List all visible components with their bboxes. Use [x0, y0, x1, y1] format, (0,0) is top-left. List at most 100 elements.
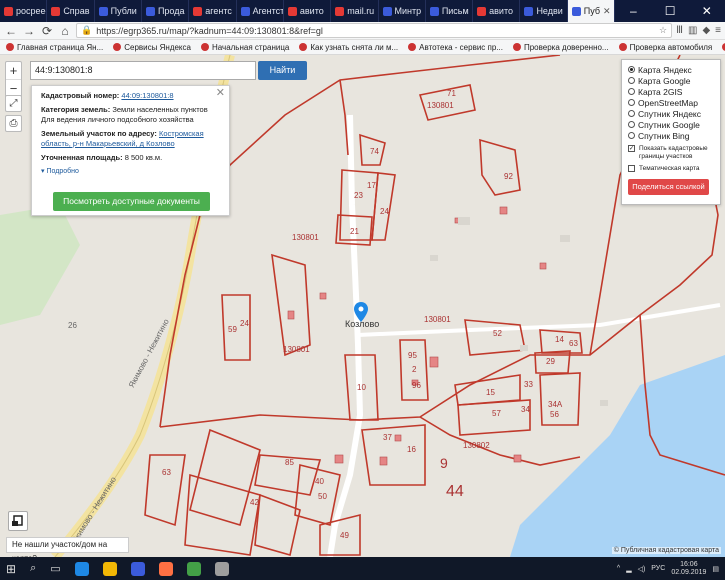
firefox-icon[interactable] [158, 561, 173, 576]
browser-tab[interactable]: Публи [95, 0, 142, 22]
tab-favicon-icon [193, 6, 203, 16]
forest-area [0, 205, 80, 325]
village-road [327, 114, 364, 557]
tab-favicon-icon [240, 6, 250, 16]
search-button[interactable]: Найти [258, 61, 307, 80]
expand-icon[interactable]: ⤢ [5, 95, 22, 112]
home-icon[interactable]: ⌂ [58, 22, 72, 40]
lock-icon: 🔒 [81, 25, 93, 35]
volume-icon[interactable]: ◁) [638, 565, 646, 573]
bookmark-star-icon[interactable]: ☆ [659, 25, 667, 36]
edge-icon[interactable] [74, 561, 89, 576]
cadastral-map[interactable]: 130801 130801 130801 130801 130802 71 74… [0, 55, 725, 557]
browser-tab[interactable]: Пуб ✕ [567, 0, 616, 22]
view-documents-button[interactable]: Посмотреть доступные документы [53, 192, 210, 211]
tab-close-icon[interactable]: ✕ [603, 6, 611, 17]
address-bar[interactable]: 🔒 https://egrp365.ru/map/?kadnum=44:09:1… [76, 23, 673, 38]
fullscreen-button[interactable] [8, 511, 28, 531]
window-controls: – ☐ ✕ [615, 0, 725, 22]
thematic-option[interactable]: Тематическая карта [628, 165, 714, 173]
bookmark-label: Начальная страница [211, 42, 290, 52]
show-cadastral-option[interactable]: ✓ Показать кадастровые границы участков [628, 145, 714, 161]
browser-tab[interactable]: Справ [47, 0, 95, 22]
layer-option[interactable]: Спутник Яндекс [628, 108, 714, 119]
layer-option[interactable]: Карта Google [628, 75, 714, 86]
browser-tab[interactable]: Агентство [237, 0, 284, 22]
photos-icon[interactable] [214, 561, 229, 576]
network-icon[interactable]: ▂ [626, 565, 631, 573]
cadastral-search-input[interactable]: 44:9:130801:8 [30, 61, 256, 80]
layer-option[interactable]: Спутник Google [628, 119, 714, 130]
close-icon[interactable]: ✕ [216, 88, 225, 99]
layer-option[interactable]: Карта 2GIS [628, 86, 714, 97]
maximize-icon[interactable]: ☐ [652, 0, 689, 22]
cad-number-link[interactable]: 44:09:130801:8 [121, 91, 173, 100]
not-found-button[interactable]: Не нашли участок/дом на карте? [6, 537, 129, 557]
browser-tab[interactable]: Недви [520, 0, 568, 22]
reload-icon[interactable]: ⟳ [40, 22, 54, 40]
parcel-label: 14 [555, 335, 564, 344]
sidebar-icon[interactable]: ▥ [688, 25, 697, 36]
menu-icon[interactable]: ≡ [715, 25, 721, 36]
parcel-label: 10 [357, 383, 366, 392]
chrome-icon[interactable] [186, 561, 201, 576]
parcel-label: 71 [447, 89, 456, 98]
layer-radio[interactable] [628, 66, 635, 73]
layer-radio[interactable] [628, 110, 635, 117]
parcel-label: 29 [546, 357, 555, 366]
zoom-control: + − [5, 61, 22, 99]
bookmark-item[interactable]: Как узнать снята ли м... [299, 43, 398, 52]
layer-radio[interactable] [628, 132, 635, 139]
bookmark-item[interactable]: Главная страница Ян... [6, 43, 103, 52]
tray-chevron-icon[interactable]: ^ [617, 565, 620, 572]
bookmark-item[interactable]: Проверка автомобиля [618, 42, 713, 52]
more-link[interactable]: Подробно [46, 168, 78, 175]
address-label: Земельный участок по адресу: [41, 129, 157, 138]
notifications-icon[interactable]: ▤ [712, 565, 719, 573]
browser-tab[interactable]: росреес [0, 0, 48, 22]
tab-favicon-icon [429, 6, 439, 16]
browser-tab[interactable]: mail.ru [331, 0, 379, 22]
tab-favicon-icon [477, 6, 487, 16]
cadastral-checkbox[interactable]: ✓ [628, 145, 635, 152]
print-icon[interactable]: ⎙ [5, 115, 22, 132]
bookmark-favicon-icon [299, 43, 308, 51]
task-view-icon[interactable]: ▭ [50, 562, 60, 575]
thematic-checkbox[interactable] [628, 165, 635, 172]
windows-start-icon[interactable]: ⊞ [6, 562, 16, 576]
store-icon[interactable] [130, 561, 145, 576]
layer-option[interactable]: Спутник Bing [628, 130, 714, 141]
forward-icon[interactable]: → [22, 22, 36, 40]
layer-radio[interactable] [628, 121, 635, 128]
extension-icon[interactable]: ◆ [702, 25, 710, 36]
layer-option[interactable]: Карта Яндекс [628, 64, 714, 75]
tab-favicon-icon [98, 6, 108, 16]
tab-label: Прода [157, 6, 185, 16]
browser-tab[interactable]: Прода [142, 0, 190, 22]
browser-tab[interactable]: Письм [426, 0, 474, 22]
clock[interactable]: 16:06 02.09.2019 [671, 561, 706, 577]
library-icon[interactable]: Ⅲ [676, 25, 683, 36]
bookmark-item[interactable]: Проверка доверенно... [512, 43, 609, 52]
back-icon[interactable]: ← [4, 22, 18, 40]
bookmark-item[interactable]: Начальная страница [200, 42, 290, 52]
browser-tab[interactable]: авито [284, 0, 332, 22]
file-explorer-icon[interactable] [102, 561, 117, 576]
bookmark-label: Проверка автомобиля [629, 42, 713, 52]
browser-tab[interactable]: агентс [189, 0, 237, 22]
browser-tab[interactable]: авито [473, 0, 521, 22]
layer-radio[interactable] [628, 99, 635, 106]
layer-radio[interactable] [628, 88, 635, 95]
parcel-label: 63 [569, 339, 578, 348]
language-indicator[interactable]: РУС [651, 565, 665, 572]
bookmark-item[interactable]: Автотека - сервис пр... [408, 43, 503, 52]
browser-tab[interactable]: Минтр [379, 0, 426, 22]
close-window-icon[interactable]: ✕ [688, 0, 725, 22]
share-link-button[interactable]: Поделиться ссылкой [628, 179, 709, 195]
layer-radio[interactable] [628, 77, 635, 84]
search-icon[interactable]: ⌕ [30, 562, 36, 575]
layer-option[interactable]: OpenStreetMap [628, 97, 714, 108]
zoom-in-button[interactable]: + [6, 62, 21, 80]
bookmark-item[interactable]: Сервисы Яндекса [113, 43, 191, 52]
minimize-icon[interactable]: – [615, 0, 652, 22]
